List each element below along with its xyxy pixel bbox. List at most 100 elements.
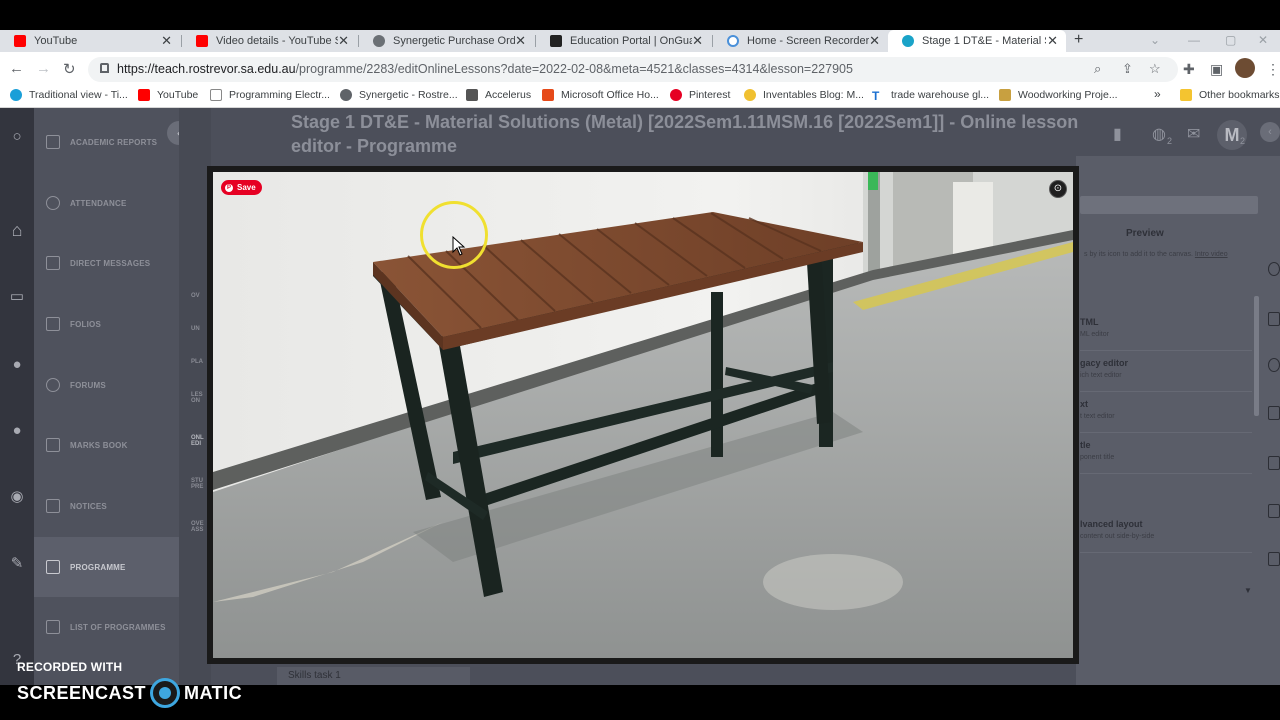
mail-icon[interactable]: ✉ — [1187, 124, 1200, 144]
block-title: lvanced layout — [1080, 519, 1143, 529]
close-icon[interactable]: ✕ — [338, 33, 349, 49]
tab-screen-recorder[interactable]: Home - Screen Recorder & ✕ — [713, 30, 888, 52]
wrench-icon[interactable]: ✎ — [8, 555, 26, 573]
pinterest-icon — [670, 89, 682, 101]
window-close-icon[interactable]: ✕ — [1258, 33, 1268, 47]
scroll-down-icon[interactable]: ▼ — [1244, 586, 1252, 595]
skills-task-tab[interactable]: Skills task 1 — [277, 667, 470, 685]
chevron-left-icon[interactable]: ‹ — [1260, 122, 1280, 142]
close-icon[interactable]: ✕ — [161, 33, 172, 49]
schoolbox-icon — [902, 35, 914, 47]
envelope-icon — [46, 256, 60, 270]
tab-label: Stage 1 DT&E - Material So — [922, 35, 1046, 47]
reload-icon[interactable]: ↻ — [63, 60, 76, 78]
block-html[interactable]: TML ML editor — [1080, 311, 1252, 351]
subnav-item[interactable]: UN — [191, 326, 200, 332]
avatar-badge: 2 — [1240, 136, 1246, 146]
side-tool-icon[interactable] — [1268, 552, 1280, 566]
block-title[interactable]: tle ponent title — [1080, 434, 1252, 474]
bookmark-icon[interactable]: ▮ — [1113, 124, 1122, 144]
target-icon[interactable]: ◉ — [8, 488, 26, 506]
icon-rail: ○ ⌂ ▭ ● ● ◉ ✎ ? — [0, 108, 34, 685]
tab-video-details[interactable]: Video details - YouTube Stu ✕ — [182, 30, 357, 52]
star-icon[interactable]: ☆ — [1149, 61, 1161, 77]
book-icon — [46, 438, 60, 452]
block-search-input[interactable] — [1080, 196, 1258, 214]
nav-programme[interactable]: PROGRAMME — [34, 537, 179, 597]
side-tool-icon[interactable] — [1268, 262, 1280, 276]
tab-youtube[interactable]: YouTube ✕ — [0, 30, 180, 52]
side-tool-icon[interactable] — [1268, 358, 1280, 372]
new-tab-button[interactable]: + — [1074, 31, 1083, 49]
youtube-icon — [138, 89, 150, 101]
share-icon[interactable]: ⇪ — [1122, 61, 1133, 77]
tab-stage1-active[interactable]: Stage 1 DT&E - Material So ✕ — [888, 30, 1066, 52]
minimize-icon[interactable]: — — [1188, 33, 1200, 47]
search-icon[interactable]: ○ — [8, 128, 26, 146]
close-icon[interactable]: ✕ — [1047, 33, 1058, 49]
profile-avatar[interactable] — [1235, 58, 1255, 78]
bookmark-pinterest[interactable]: Pinterest — [670, 89, 730, 101]
image-lightbox[interactable]: P Save ⊙ — [207, 166, 1079, 664]
side-tool-icon[interactable] — [1268, 312, 1280, 326]
intro-video-link[interactable]: Intro video — [1195, 251, 1228, 258]
user-icon[interactable]: ● — [8, 422, 26, 440]
bookmark-trade-warehouse[interactable]: Ttrade warehouse gl... — [872, 89, 989, 103]
bookmark-inventables[interactable]: Inventables Blog: M... — [744, 89, 864, 101]
notice-icon — [46, 499, 60, 513]
maximize-icon[interactable]: ▢ — [1225, 33, 1236, 47]
tab-onguard[interactable]: Education Portal | OnGuard ✕ — [536, 30, 711, 52]
pinterest-save-button[interactable]: P Save — [221, 180, 262, 195]
bookmark-accelerus[interactable]: Accelerus — [466, 89, 531, 101]
preview-heading[interactable]: Preview — [1126, 228, 1164, 239]
home-icon[interactable]: ⌂ — [8, 221, 26, 239]
nav-direct-messages[interactable]: DIRECT MESSAGES — [34, 243, 179, 283]
nav-marks-book[interactable]: MARKS BOOK — [34, 425, 179, 465]
side-tool-icon[interactable] — [1268, 504, 1280, 518]
tab-search-icon[interactable]: ⌄ — [1150, 33, 1160, 47]
forward-icon[interactable]: → — [36, 60, 51, 77]
bookmark-traditional-view[interactable]: Traditional view - Ti... — [10, 89, 128, 101]
bookmark-youtube[interactable]: YouTube — [138, 89, 198, 101]
block-text[interactable]: xt t text editor — [1080, 393, 1252, 433]
nav-list-of-programmes[interactable]: LIST OF PROGRAMMES — [34, 607, 179, 647]
visual-search-icon[interactable]: ⊙ — [1049, 180, 1067, 198]
address-toolbar: ← → ↻ https://teach.rostrevor.sa.edu.au/… — [0, 52, 1280, 86]
sidepanel-icon[interactable]: ▣ — [1210, 61, 1223, 78]
nav-folios[interactable]: FOLIOS — [34, 304, 179, 344]
nav-attendance[interactable]: ATTENDANCE — [34, 183, 179, 223]
globe-icon — [340, 89, 352, 101]
side-tool-icon[interactable] — [1268, 456, 1280, 470]
close-icon[interactable]: ✕ — [869, 33, 880, 49]
tab-synergetic[interactable]: Synergetic Purchase Order ✕ — [359, 30, 534, 52]
bookmarks-overflow[interactable]: » — [1154, 87, 1161, 101]
bookmark-programming[interactable]: Programming Electr... — [210, 89, 330, 101]
zoom-icon[interactable]: ⌕ — [1094, 61, 1101, 77]
classroom-icon[interactable]: ▭ — [8, 288, 26, 306]
close-icon[interactable]: ✕ — [692, 33, 703, 49]
nav-forums[interactable]: FORUMS — [34, 365, 179, 405]
nav-label: NOTICES — [70, 501, 107, 511]
subnav-item[interactable]: PLA — [191, 359, 203, 365]
url-text[interactable]: https://teach.rostrevor.sa.edu.au/progra… — [117, 62, 853, 76]
panel-scrollbar[interactable] — [1254, 296, 1259, 416]
globe-icon[interactable]: ◍ — [1152, 124, 1166, 144]
block-legacy-editor[interactable]: gacy editor ich text editor — [1080, 352, 1252, 392]
block-title: TML — [1080, 317, 1099, 327]
flame-icon[interactable]: ● — [8, 356, 26, 374]
bookmark-office[interactable]: Microsoft Office Ho... — [542, 89, 659, 101]
block-advanced-layout[interactable]: lvanced layout content out side-by-side — [1080, 513, 1252, 553]
menu-icon[interactable]: ⋮ — [1266, 61, 1280, 78]
nav-notices[interactable]: NOTICES — [34, 486, 179, 526]
side-tool-icon[interactable] — [1268, 406, 1280, 420]
bookmark-woodworking[interactable]: Woodworking Proje... — [999, 89, 1118, 101]
bookmark-synergetic[interactable]: Synergetic - Rostre... — [340, 89, 458, 101]
bookmark-label: Synergetic - Rostre... — [359, 89, 458, 101]
extensions-icon[interactable]: ✚ — [1183, 61, 1195, 78]
other-bookmarks[interactable]: Other bookmarks — [1180, 89, 1280, 101]
close-icon[interactable]: ✕ — [515, 33, 526, 49]
nav-academic-reports[interactable]: ACADEMIC REPORTS — [34, 122, 179, 162]
url-bar[interactable]: https://teach.rostrevor.sa.edu.au/progra… — [88, 57, 1178, 82]
back-icon[interactable]: ← — [9, 60, 24, 77]
subnav-item[interactable]: OV — [191, 293, 200, 299]
